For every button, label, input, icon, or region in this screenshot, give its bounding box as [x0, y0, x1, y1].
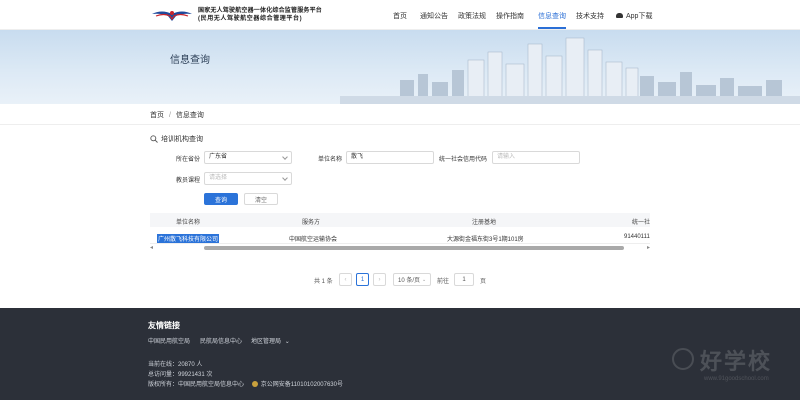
watermark-sub: www.91goodschool.com: [704, 376, 769, 382]
icp-record-text: 京公网安备11010102007630号: [260, 382, 343, 388]
city-skyline-illustration: [340, 37, 800, 104]
top-header: 国家无人驾驶航空器一体化综合监管服务平台 (民用无人驾驶航空器综合管理平台) 首…: [0, 0, 800, 30]
column-header-unit-name: 单位名称: [176, 220, 201, 226]
province-label: 所在省份: [176, 157, 201, 163]
footer-link-regional-bureau-label: 地区管理局: [251, 339, 282, 345]
footer-link-regional-bureau[interactable]: 地区管理局 ⌄: [251, 336, 290, 345]
cell-service-party: 中国航空运输协会: [289, 237, 338, 243]
scroll-left-icon[interactable]: ◂: [150, 245, 153, 251]
course-label: 教员课程: [176, 178, 201, 184]
breadcrumb-current: 信息查询: [175, 112, 204, 119]
query-button[interactable]: 查询: [204, 193, 238, 205]
watermark: 好学校 www.91goodschool.com: [672, 344, 773, 382]
platform-name: 国家无人驾驶航空器一体化综合监管服务平台 (民用无人驾驶航空器综合管理平台): [198, 7, 322, 23]
scrollbar-thumb[interactable]: [204, 246, 624, 250]
scroll-right-icon[interactable]: ▸: [647, 245, 650, 251]
table-horizontal-scrollbar[interactable]: ◂ ▸: [150, 245, 650, 251]
goto-page-input[interactable]: 1: [454, 273, 474, 286]
unit-name-input-value: 散飞: [351, 154, 364, 160]
chevron-down-icon: ⌄: [284, 339, 290, 345]
nav-app-download-label: App下载: [626, 13, 653, 20]
column-header-credit-code: 统一社: [632, 220, 651, 226]
cell-registered-base: 大源街金福东街3号1期101房: [447, 237, 524, 243]
table-row-divider: [150, 243, 650, 244]
breadcrumb: 首页 / 信息查询: [150, 110, 204, 120]
table-header: 单位名称 服务方 注册基地 统一社: [150, 213, 650, 227]
province-select-value: 广东省: [209, 154, 228, 160]
goto-prefix: 前往: [437, 279, 450, 285]
watermark-main: 好学校: [700, 349, 773, 374]
unit-name-label: 单位名称: [318, 157, 343, 163]
reset-button[interactable]: 清空: [244, 193, 278, 205]
site-footer: 友情链接 中国民用航空局 民航局信息中心 地区管理局 ⌄ 当前在线：20870 …: [0, 308, 800, 400]
column-header-service-party: 服务方: [302, 220, 321, 226]
province-select[interactable]: 广东省: [204, 151, 292, 164]
cell-unit-name[interactable]: 广州散飞科技有限公司: [157, 234, 220, 243]
credit-code-label: 统一社会信用代码: [439, 157, 488, 163]
divider: [0, 124, 800, 125]
breadcrumb-home[interactable]: 首页: [150, 112, 164, 119]
prev-page-button[interactable]: ‹: [339, 273, 352, 286]
copyright-text: 版权所有：中国民用航空局信息中心: [148, 382, 245, 388]
online-count: 当前在线：20870 人: [148, 362, 203, 368]
magnifier-icon: [150, 135, 158, 143]
nav-info-query[interactable]: 信息查询: [538, 11, 566, 29]
platform-name-line1: 国家无人驾驶航空器一体化综合监管服务平台: [198, 8, 323, 14]
column-header-registered-base: 注册基地: [472, 220, 497, 226]
search-section-title-text: 培训机构查询: [161, 136, 203, 143]
page-size-select[interactable]: 10 条/页 ⌄: [393, 273, 431, 286]
footer-link-info-center[interactable]: 民航局信息中心: [200, 336, 242, 345]
platform-name-line2: (民用无人驾驶航空器综合管理平台): [198, 16, 303, 22]
nav-policies[interactable]: 政策法规: [458, 11, 486, 21]
chevron-down-icon: [282, 175, 288, 181]
nav-app-download[interactable]: App下载: [616, 11, 652, 21]
footer-title: 友情链接: [148, 321, 180, 330]
page-banner: 信息查询: [0, 30, 800, 104]
nav-support[interactable]: 技术支持: [576, 11, 604, 21]
nav-guide[interactable]: 操作指南: [496, 11, 524, 21]
course-select[interactable]: 请选择: [204, 172, 292, 185]
nav-notices[interactable]: 通知公告: [420, 11, 448, 21]
banner-title: 信息查询: [170, 55, 210, 66]
page-number-button[interactable]: 1: [356, 273, 369, 286]
goto-suffix: 页: [480, 279, 487, 285]
unit-name-input[interactable]: 散飞: [346, 151, 434, 164]
police-badge-icon: [251, 381, 258, 388]
footer-link-caac[interactable]: 中国民用航空局: [148, 336, 190, 345]
chevron-down-icon: [282, 154, 288, 160]
search-section-title: 培训机构查询: [150, 134, 203, 144]
eagle-logo-icon[interactable]: [150, 6, 194, 24]
download-cloud-icon: [616, 12, 623, 18]
credit-code-input[interactable]: 请输入: [492, 151, 580, 164]
nav-home[interactable]: 首页: [393, 11, 407, 21]
chevron-down-icon: ⌄: [422, 276, 427, 283]
icp-record[interactable]: 京公网安备11010102007630号: [251, 381, 343, 388]
next-page-button[interactable]: ›: [373, 273, 386, 286]
breadcrumb-separator: /: [168, 112, 171, 119]
cell-credit-code: 91440111: [624, 234, 650, 240]
pagination-total: 共 1 条: [314, 279, 333, 285]
page-size-value: 10 条/页: [398, 278, 421, 284]
visit-count: 总访问量：99921431 次: [148, 372, 213, 378]
course-select-placeholder: 请选择: [209, 175, 228, 181]
credit-code-placeholder: 请输入: [497, 154, 516, 160]
watermark-logo-icon: [672, 348, 694, 370]
copyright: 版权所有：中国民用航空局信息中心 京公网安备11010102007630号: [148, 379, 343, 388]
